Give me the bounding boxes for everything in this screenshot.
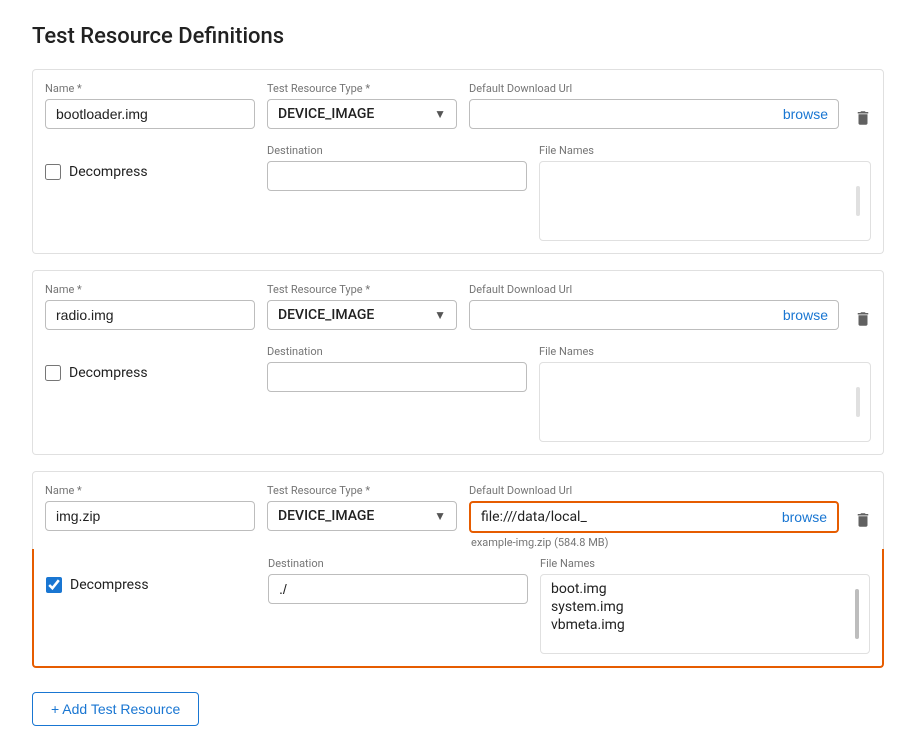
- chevron-down-icon-2: ▼: [434, 308, 446, 322]
- decompress-item-2: Decompress: [45, 345, 255, 381]
- filenames-scrollbar-2: [856, 387, 860, 417]
- destination-input-2[interactable]: [267, 362, 527, 392]
- decompress-row-2: Decompress Destination File Names: [32, 337, 884, 455]
- filenames-scrollbar-3: [855, 589, 859, 639]
- url-wrapper-1: browse: [469, 99, 839, 129]
- filenames-item: boot.img: [551, 581, 625, 597]
- decompress-checkbox-3[interactable]: [46, 577, 62, 593]
- filenames-scrollbar-1: [856, 186, 860, 216]
- browse-button-1[interactable]: browse: [783, 106, 828, 122]
- decompress-row-1: Decompress Destination File Names: [32, 136, 884, 254]
- name-field-3: Name *: [45, 484, 255, 531]
- destination-input-1[interactable]: [267, 161, 527, 191]
- chevron-down-icon-3: ▼: [434, 509, 446, 523]
- destination-input-3[interactable]: [268, 574, 528, 604]
- decompress-checkbox-2[interactable]: [45, 365, 61, 381]
- url-wrapper-3: file:///data/local_ browse: [469, 501, 839, 533]
- delete-button-3[interactable]: [851, 502, 883, 538]
- type-field-2: Test Resource Type *DEVICE_IMAGE▼: [267, 283, 457, 330]
- delete-button-2[interactable]: [851, 301, 883, 337]
- browse-button-2[interactable]: browse: [783, 307, 828, 323]
- delete-button-1[interactable]: [851, 100, 883, 136]
- destination-field-3: Destination: [268, 557, 528, 604]
- page-title: Test Resource Definitions: [32, 24, 884, 49]
- destination-field-2: Destination: [267, 345, 527, 392]
- decompress-item-3: Decompress: [46, 557, 256, 593]
- name-field-1: Name *: [45, 82, 255, 129]
- url-value-3: file:///data/local_: [481, 509, 774, 525]
- filenames-box-3: boot.img system.img vbmeta.img: [540, 574, 870, 654]
- url-field-3: Default Download Urlfile:///data/local_b…: [469, 484, 839, 549]
- filenames-item: vbmeta.img: [551, 617, 625, 633]
- chevron-down-icon-1: ▼: [434, 107, 446, 121]
- url-hint-3: example-img.zip (584.8 MB): [469, 536, 839, 549]
- destination-field-1: Destination: [267, 144, 527, 191]
- browse-button-3[interactable]: browse: [782, 509, 827, 525]
- name-field-2: Name *: [45, 283, 255, 330]
- resource-block-1: Name *Test Resource Type *DEVICE_IMAGE▼D…: [32, 69, 884, 254]
- decompress-row-3: DecompressDestinationFile Namesboot.imgs…: [32, 549, 884, 668]
- decompress-checkbox-1[interactable]: [45, 164, 61, 180]
- url-field-1: Default Download Urlbrowse: [469, 82, 839, 129]
- resource-block-2: Name *Test Resource Type *DEVICE_IMAGE▼D…: [32, 270, 884, 455]
- filenames-item: system.img: [551, 599, 625, 615]
- url-field-2: Default Download Urlbrowse: [469, 283, 839, 330]
- filenames-field-1: File Names: [539, 144, 871, 241]
- name-input-3[interactable]: [45, 501, 255, 531]
- type-field-1: Test Resource Type *DEVICE_IMAGE▼: [267, 82, 457, 129]
- url-wrapper-2: browse: [469, 300, 839, 330]
- resource-block-3: Name *Test Resource Type *DEVICE_IMAGE▼D…: [32, 471, 884, 668]
- type-select-3[interactable]: DEVICE_IMAGE▼: [267, 501, 457, 531]
- type-field-3: Test Resource Type *DEVICE_IMAGE▼: [267, 484, 457, 531]
- add-test-resource-button[interactable]: + Add Test Resource: [32, 692, 199, 726]
- type-select-1[interactable]: DEVICE_IMAGE▼: [267, 99, 457, 129]
- decompress-item-1: Decompress: [45, 144, 255, 180]
- name-input-2[interactable]: [45, 300, 255, 330]
- filenames-box-1: [539, 161, 871, 241]
- filenames-box-2: [539, 362, 871, 442]
- filenames-field-3: File Namesboot.imgsystem.imgvbmeta.img: [540, 557, 870, 654]
- name-input-1[interactable]: [45, 99, 255, 129]
- type-select-2[interactable]: DEVICE_IMAGE▼: [267, 300, 457, 330]
- filenames-field-2: File Names: [539, 345, 871, 442]
